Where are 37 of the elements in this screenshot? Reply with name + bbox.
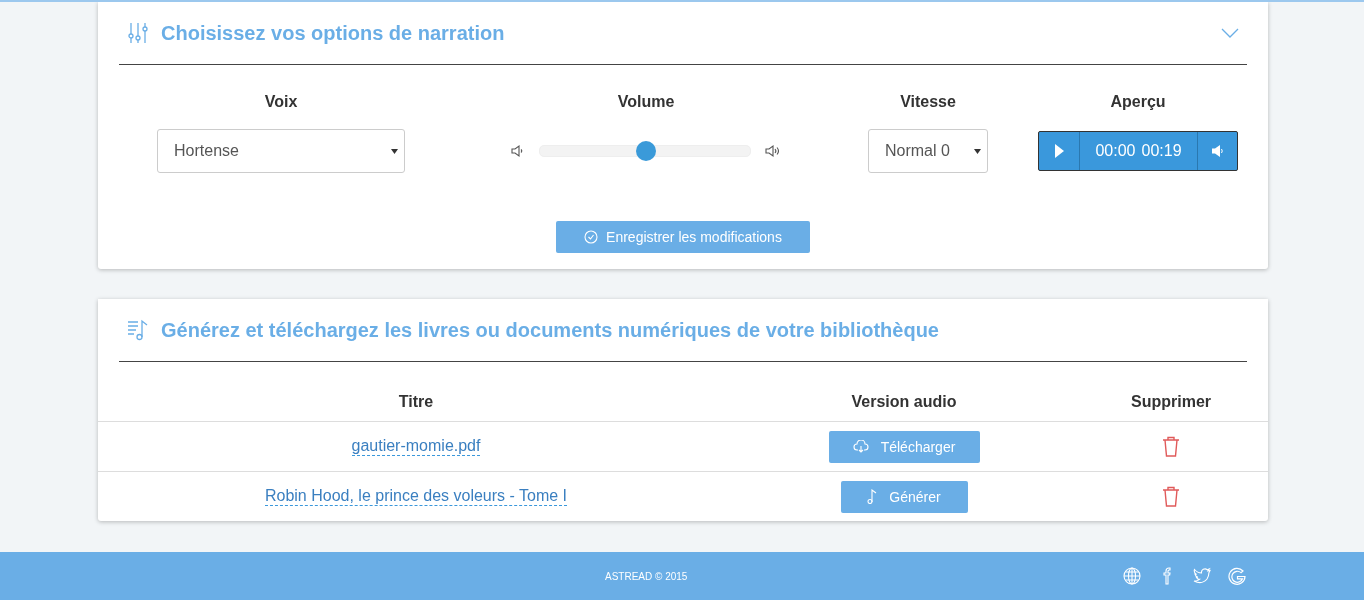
twitter-icon[interactable] [1193,567,1211,585]
save-button[interactable]: Enregistrer les modifications [556,221,810,253]
check-circle-icon [584,230,599,244]
field-label: Aperçu [1110,93,1166,112]
volume-high-icon [764,144,782,158]
column-header: Version audio [734,382,1074,422]
music-note-icon [867,489,878,504]
column-header: Titre [98,382,734,422]
column-header: Supprimer [1074,382,1268,422]
current-time: 00:00 [1095,142,1136,160]
slider-thumb[interactable] [635,141,656,161]
document-link[interactable]: gautier-momie.pdf [351,437,481,456]
cloud-download-icon [852,440,869,453]
select-field[interactable]: Hortense [157,129,405,173]
copyright-text: ASTREAD © 2015 [605,570,689,582]
volume-low-icon [510,144,525,158]
select-field[interactable]: Normal 0 [868,129,988,173]
music-list-icon [127,319,149,341]
generate-button[interactable]: Générer [840,480,968,513]
sliders-icon [127,22,149,44]
play-icon [1054,144,1064,158]
trash-icon[interactable] [1162,486,1180,507]
document-link[interactable]: Robin Hood, le prince des voleurs - Tome I [264,487,568,506]
download-button[interactable]: Télécharger [828,430,980,463]
chevron-down-icon[interactable] [1221,28,1239,38]
duration: 00:19 [1141,142,1182,160]
trash-icon[interactable] [1162,436,1180,457]
panel-title: Générez et téléchargez les livres ou documents numériques de votre bibliothèque [161,318,940,342]
caret-icon [974,148,981,154]
field-label: Vitesse [900,93,956,112]
panel-title: Choisissez vos options de narration [161,21,506,45]
globe-icon[interactable] [1123,567,1141,585]
field-label: Voix [264,93,298,112]
google-icon[interactable] [1228,567,1246,585]
speaker-icon [1210,144,1225,158]
caret-icon [391,148,398,154]
field-label: Volume [617,93,675,112]
